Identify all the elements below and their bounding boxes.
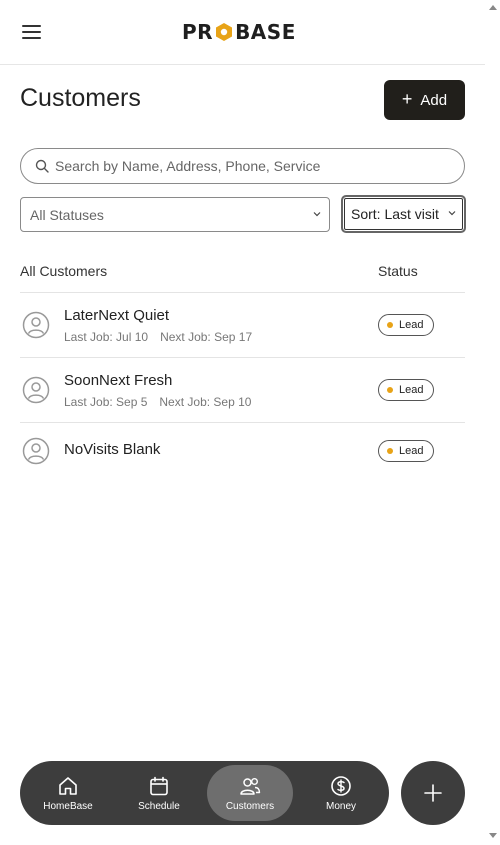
search-icon [35,159,49,173]
top-bar: PR BASE [0,0,485,65]
scroll-up-arrow-icon[interactable] [489,5,497,10]
search-input[interactable] [55,158,445,174]
nav-homebase[interactable]: HomeBase [25,765,111,821]
nav-label: Money [325,800,356,812]
scrollbar[interactable] [485,0,500,845]
nav-customers[interactable]: Customers [207,765,293,821]
calendar-icon [150,776,168,795]
customer-name: SoonNext Fresh [64,372,173,389]
app-viewport: PR BASE Customers + Add All Statuses Sor… [0,0,485,845]
logo-text-right: BASE [235,20,296,44]
nav-money[interactable]: Money [298,765,384,821]
customer-row[interactable]: NoVisits Blank Lead [20,423,465,479]
customer-row[interactable]: SoonNext Fresh Last Job: Sep 5 Next Job: … [20,358,465,423]
dollar-icon [331,775,351,796]
last-job: Last Job: Sep 5 [64,395,148,409]
plus-icon [424,784,442,802]
status-label: Lead [399,445,424,457]
status-filter-value: All Statuses [30,206,104,223]
nav-label: Schedule [138,800,180,812]
next-job: Next Job: Sep 17 [160,330,253,344]
avatar-icon [22,376,50,404]
add-customer-button[interactable]: + Add [384,80,465,120]
probase-logo[interactable]: PR BASE [182,20,296,44]
customer-job-dates: Last Job: Sep 5 Next Job: Sep 10 [64,395,251,409]
column-header-customers: All Customers [20,263,108,279]
status-badge: Lead [378,379,434,401]
status-filter-select[interactable]: All Statuses [20,197,330,232]
bottom-navigation: HomeBase Schedule Customers Money [20,761,389,825]
status-label: Lead [399,319,424,331]
sort-select[interactable]: Sort: Last visit [341,195,466,233]
plus-icon: + [401,89,413,109]
chevron-down-icon [448,211,456,216]
customer-job-dates: Last Job: Jul 10 Next Job: Sep 17 [64,330,252,344]
nav-label: Customers [225,800,275,812]
menu-icon[interactable] [22,24,42,40]
customer-name: LaterNext Quiet [64,307,170,324]
sort-value: Sort: Last visit [351,206,439,222]
add-button-label: Add [420,91,448,109]
avatar-icon [22,437,50,465]
logo-text-left: PR [182,20,214,44]
quick-add-button[interactable] [401,761,465,825]
status-dot-icon [387,448,393,454]
chevron-down-icon [313,211,321,216]
status-label: Lead [399,384,424,396]
next-job: Next Job: Sep 10 [159,395,252,409]
nav-label: HomeBase [43,800,93,812]
last-job: Last Job: Jul 10 [64,330,149,344]
avatar-icon [22,311,50,339]
customer-list-header: All Customers Status [20,262,465,293]
scroll-down-arrow-icon[interactable] [489,833,497,838]
home-icon [59,776,77,795]
customer-row[interactable]: LaterNext Quiet Last Job: Jul 10 Next Job… [20,293,465,358]
search-field[interactable] [20,148,465,184]
page-title: Customers [20,84,141,112]
nav-schedule[interactable]: Schedule [116,765,202,821]
customer-name: NoVisits Blank [64,441,161,458]
column-header-status: Status [378,263,418,279]
status-dot-icon [387,322,393,328]
status-badge: Lead [378,440,434,462]
logo-hex-icon [216,23,233,41]
status-dot-icon [387,387,393,393]
users-icon [240,777,261,795]
status-badge: Lead [378,314,434,336]
